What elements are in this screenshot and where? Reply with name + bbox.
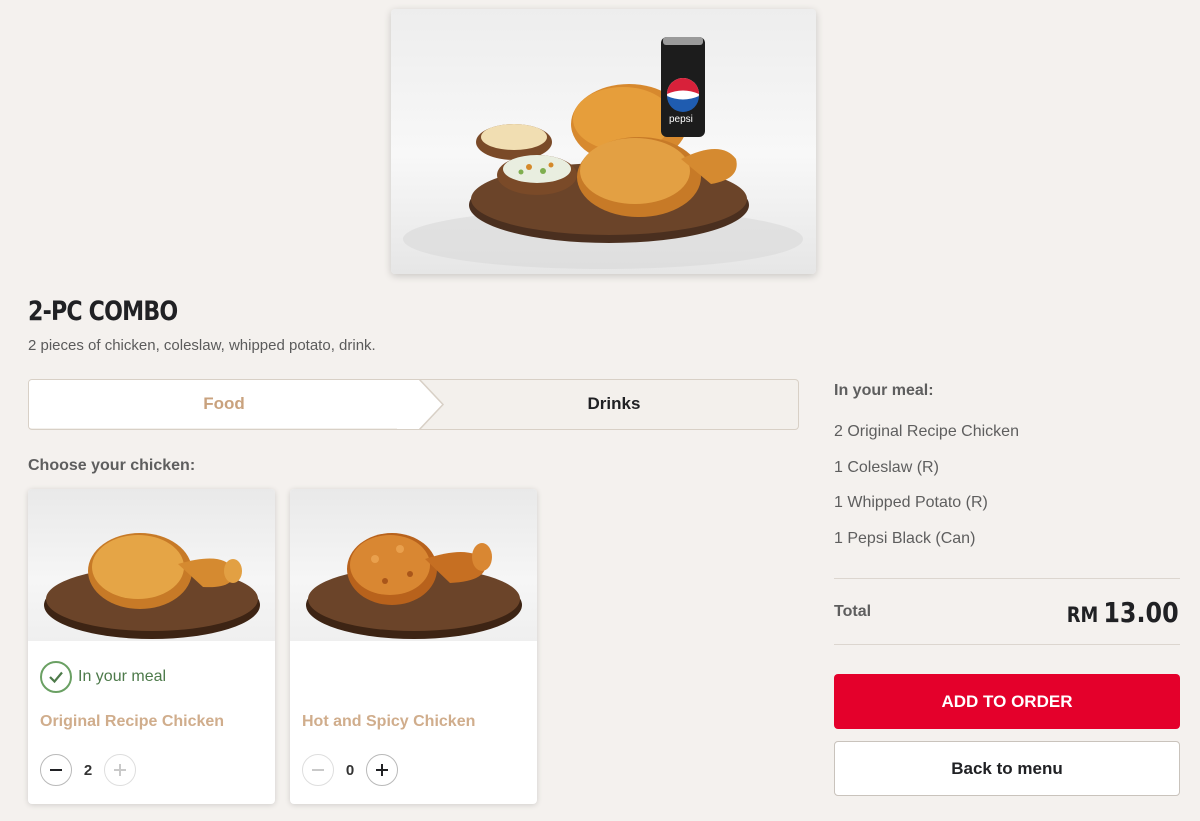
plus-icon[interactable] (366, 754, 398, 786)
hot-and-spicy-chicken-image (290, 489, 537, 641)
list-item: 1 Whipped Potato (R) (834, 494, 988, 511)
minus-icon[interactable] (302, 754, 334, 786)
total-label: Total (834, 603, 872, 620)
quantity-value: 0 (345, 761, 355, 779)
divider (834, 578, 1180, 579)
choose-chicken-label: Choose your chicken: (28, 457, 196, 474)
product-description: 2 pieces of chicken, coleslaw, whipped p… (28, 337, 376, 354)
total-amount: 13.00 (1103, 596, 1179, 629)
check-icon (40, 661, 72, 693)
tab-food[interactable]: Food (29, 380, 419, 428)
list-item: 1 Coleslaw (R) (834, 458, 939, 476)
option-name: Hot and Spicy Chicken (302, 713, 476, 730)
can-label: pepsi (669, 114, 693, 125)
original-recipe-chicken-image (28, 489, 275, 641)
divider (834, 644, 1180, 645)
tab-drinks-label: Drinks (587, 394, 641, 413)
plus-icon[interactable] (104, 754, 136, 786)
meal-summary-heading: In your meal: (834, 382, 934, 399)
chicken-option-card[interactable]: Hot and Spicy Chicken 0 (290, 489, 537, 804)
total-price: RM 13.00 (1067, 596, 1179, 629)
minus-icon[interactable] (40, 754, 72, 786)
add-to-order-button[interactable]: ADD TO ORDER (834, 674, 1180, 729)
category-tabs: Food Drinks (28, 379, 799, 430)
in-meal-label: In your meal (78, 668, 167, 685)
product-image: pepsi (391, 9, 816, 274)
list-item: 1 Pepsi Black (Can) (834, 529, 976, 547)
option-name: Original Recipe Chicken (40, 713, 225, 730)
page-title: 2-PC COMBO (28, 296, 178, 327)
tab-drinks[interactable]: Drinks (429, 380, 798, 428)
tab-food-label: Food (203, 394, 245, 413)
quantity-stepper: 2 (40, 753, 136, 787)
currency: RM (1067, 603, 1099, 627)
combo-meal-illustration: pepsi (403, 37, 803, 269)
quantity-stepper: 0 (302, 753, 398, 787)
in-meal-indicator: In your meal (40, 661, 166, 693)
quantity-value: 2 (83, 761, 93, 779)
chicken-option-card[interactable]: In your meal Original Recipe Chicken 2 (28, 489, 275, 804)
meal-summary-list: 2 Original Recipe Chicken 1 Coleslaw (R)… (834, 423, 1019, 565)
back-to-menu-button[interactable]: Back to menu (834, 741, 1180, 796)
list-item: 2 Original Recipe Chicken (834, 423, 1019, 440)
